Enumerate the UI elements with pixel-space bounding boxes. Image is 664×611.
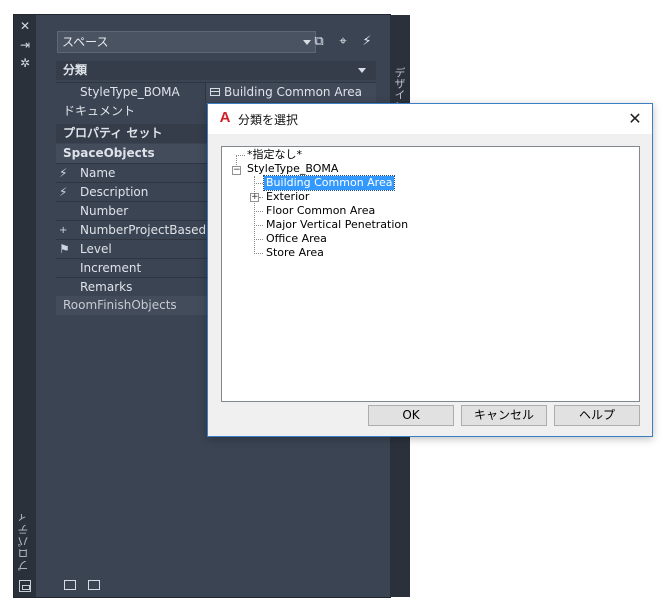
classification-icon [210,88,220,96]
level-icon: ⚑ [59,242,70,256]
section-label: 分類 [63,63,88,77]
tree-line [254,253,263,254]
quick-select-icon[interactable]: ⚡ [359,34,375,50]
style-type-value-cell[interactable]: Building Common Area [205,83,376,102]
style-type-value: Building Common Area [224,85,362,99]
palette-title: プロパティ [17,511,30,571]
ok-button[interactable]: OK [368,405,454,426]
tree-item[interactable]: Exterior [266,190,309,204]
settings-icon[interactable]: ✲ [14,56,36,70]
property-name: Increment [80,261,142,275]
cancel-button[interactable]: キャンセル [461,405,547,426]
add-property-set-icon[interactable] [64,580,76,590]
collapse-icon[interactable]: − [232,166,241,175]
dialog-titlebar[interactable]: A 分類を選択 ✕ [208,104,652,134]
chevron-down-icon [303,40,311,45]
tree-item-none[interactable]: *指定なし* [247,148,302,162]
tree-line [254,211,263,212]
tree-item[interactable]: Major Vertical Penetration [266,218,408,232]
property-name: Description [80,185,149,199]
tree-item-selected[interactable]: Building Common Area [262,175,396,191]
classification-tree[interactable]: *指定なし* − StyleType_BOMA Building Common … [221,146,640,402]
section-label: プロパティ セット [63,126,163,140]
section-classification[interactable]: 分類 [56,61,376,80]
style-type-row[interactable]: StyleType_BOMA Building Common Area [56,82,376,102]
tree-line [254,225,263,226]
help-button[interactable]: ヘルプ [554,405,640,426]
remove-property-set-icon[interactable] [88,580,100,590]
autohide-icon[interactable]: ⇥ [14,38,36,52]
close-icon[interactable]: ✕ [14,19,36,33]
tree-line [254,183,263,184]
tree-item-root[interactable]: StyleType_BOMA [247,162,338,176]
property-name: Name [80,166,116,180]
close-button[interactable]: ✕ [618,104,652,134]
lightning-icon: ⚡ [59,185,68,199]
dialog-title: 分類を選択 [238,113,299,127]
tree-line [236,155,245,156]
lightning-icon: ⚡ [59,166,68,180]
autocad-logo-icon: A [219,109,231,126]
palette-menu-icon[interactable] [19,580,31,592]
property-name: Level [80,242,112,256]
property-name: NumberProjectBased [80,223,207,237]
tree-line [259,197,263,198]
group-label: SpaceObjects [63,146,155,160]
plus-icon: + [59,225,68,236]
palette-side-strip: ✕ ⇥ ✲ プロパティ [14,15,36,597]
select-classification-dialog: A 分類を選択 ✕ *指定なし* − StyleType_BOMA Buildi… [207,103,653,437]
tree-item[interactable]: Store Area [266,246,324,260]
tree-item[interactable]: Floor Common Area [266,204,375,218]
tree-item[interactable]: Office Area [266,232,327,246]
add-style-icon[interactable]: ⧉ [311,34,327,50]
section-label: ドキュメント [63,104,136,118]
expand-icon[interactable]: + [250,193,259,202]
select-objects-icon[interactable]: ⌖ [335,34,351,50]
object-type-value: スペース [62,35,109,49]
property-name: Number [80,204,129,218]
tree-line [254,239,263,240]
tree-line [254,176,255,254]
group-label: RoomFinishObjects [63,298,177,312]
chevron-down-icon[interactable] [358,68,366,73]
style-type-label: StyleType_BOMA [80,85,180,99]
property-name: Remarks [80,280,133,294]
object-type-select[interactable]: スペース [57,31,316,53]
